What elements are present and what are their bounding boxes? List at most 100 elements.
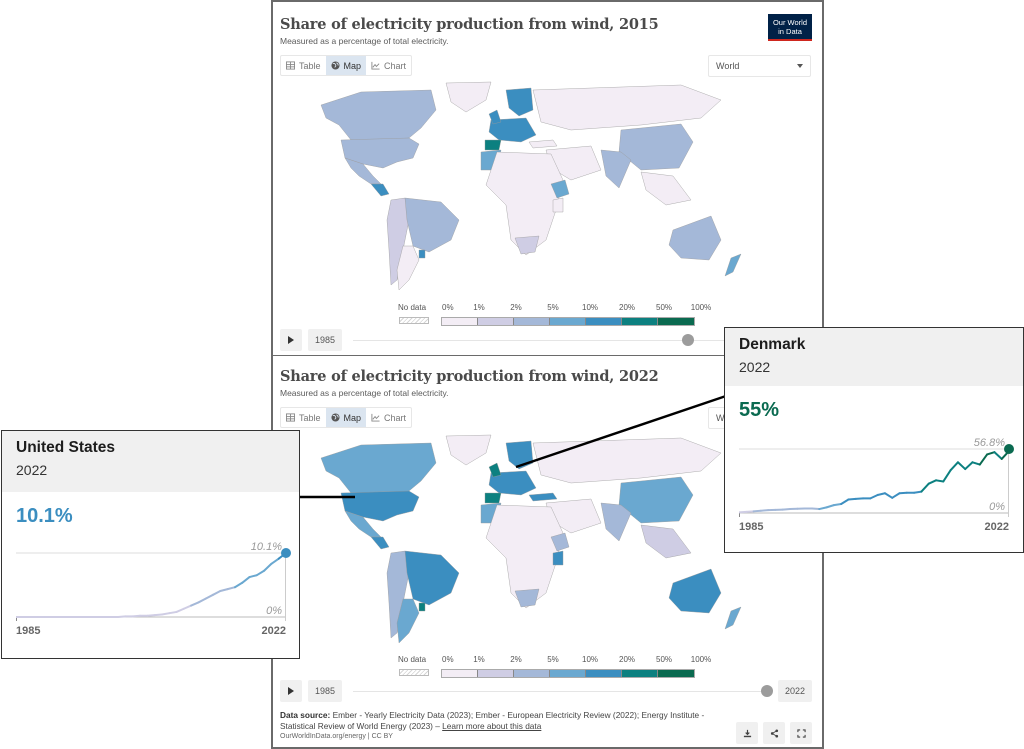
legend-bin[interactable] <box>514 318 550 325</box>
timeline-handle[interactable] <box>682 334 694 346</box>
play-icon <box>288 687 294 695</box>
sparkline-max-label: 10.1% <box>251 541 282 553</box>
legend-bin[interactable] <box>658 670 694 677</box>
legend-bin[interactable] <box>622 670 658 677</box>
legend-nodata-label: No data <box>398 303 427 312</box>
credit-line[interactable]: OurWorldInData.org/energy | CC BY <box>280 733 393 740</box>
sparkline-segment <box>876 492 886 496</box>
timeline-end-year[interactable]: 2022 <box>777 680 812 702</box>
timeline-handle[interactable] <box>761 685 773 697</box>
legend-bin[interactable] <box>478 318 514 325</box>
region-select[interactable]: World <box>708 55 811 77</box>
map-region-turkey[interactable] <box>528 492 558 502</box>
map-region-iberia[interactable] <box>484 139 502 151</box>
play-button[interactable] <box>280 329 302 351</box>
sparkline-segment <box>818 506 828 511</box>
map-region-south-africa[interactable] <box>514 588 540 608</box>
map-region-brazil[interactable] <box>404 197 460 253</box>
tab-table[interactable]: Table <box>281 56 326 75</box>
view-tabs: Table Map Chart <box>280 407 413 428</box>
map-region-kenya[interactable] <box>552 550 564 566</box>
map-region-scandinavia[interactable] <box>505 87 534 117</box>
map-region-china[interactable] <box>618 476 694 524</box>
map-region-new-zealand[interactable] <box>724 606 742 630</box>
map-region-new-zealand[interactable] <box>724 253 742 277</box>
legend-bin[interactable] <box>550 670 586 677</box>
legend-bin[interactable] <box>658 318 694 325</box>
map-region-uruguay[interactable] <box>418 249 426 259</box>
sparkline-min-label: 0% <box>266 605 282 617</box>
view-tabs: Table Map Chart <box>280 55 413 76</box>
sparkline-segment <box>993 451 1003 460</box>
share-button[interactable] <box>763 722 785 744</box>
map-region-southeast-asia[interactable] <box>640 171 692 206</box>
map-region-iberia[interactable] <box>484 492 502 504</box>
legend-tick-label: 0% <box>442 303 454 312</box>
sparkline-x-end: 2022 <box>262 625 286 637</box>
map-region-north-america[interactable] <box>320 442 437 496</box>
timeline-track[interactable] <box>353 691 766 692</box>
tab-chart[interactable]: Chart <box>366 408 411 427</box>
map-region-australia[interactable] <box>668 568 722 614</box>
map-region-south-africa[interactable] <box>514 235 540 255</box>
legend-bin[interactable] <box>622 318 658 325</box>
sparkline-segment <box>942 469 952 483</box>
map-region-russia[interactable] <box>532 84 722 131</box>
map-legend: No data 0% 1% 2% 5% 10% 20% 50% 100% <box>398 303 711 331</box>
map-region-scandinavia[interactable] <box>505 440 534 470</box>
legend-bin[interactable] <box>442 318 478 325</box>
tab-table[interactable]: Table <box>281 408 326 427</box>
sparkline-segment <box>146 614 156 617</box>
map-region-australia[interactable] <box>668 215 722 261</box>
owid-logo[interactable]: Our World in Data <box>768 14 812 41</box>
map-region-north-america[interactable] <box>320 89 437 143</box>
sparkline-segment <box>175 607 185 613</box>
sparkline-segment <box>891 492 901 499</box>
tab-map[interactable]: Map <box>325 56 367 75</box>
tab-label: Chart <box>384 412 407 423</box>
sparkline-segment <box>241 576 251 584</box>
sparkline-segment <box>971 461 981 466</box>
sparkline-segment <box>949 461 959 472</box>
timeline-start-year[interactable]: 1985 <box>308 329 343 351</box>
download-button[interactable] <box>736 722 758 744</box>
legend-bin[interactable] <box>586 318 622 325</box>
legend-tick-label: 1% <box>473 655 485 664</box>
legend-nodata-swatch <box>399 317 429 324</box>
map-region-uruguay[interactable] <box>418 602 426 612</box>
legend-bin[interactable] <box>586 670 622 677</box>
learn-more-link[interactable]: Learn more about this data <box>442 721 541 731</box>
play-button[interactable] <box>280 680 302 702</box>
legend-bin[interactable] <box>442 670 478 677</box>
timeline-start-year[interactable]: 1985 <box>308 680 343 702</box>
table-icon <box>286 61 295 70</box>
legend-bin[interactable] <box>514 670 550 677</box>
sparkline-segment <box>759 509 770 512</box>
legend-bin[interactable] <box>550 318 586 325</box>
sparkline-segment <box>854 497 865 500</box>
map-region-central-america[interactable] <box>370 536 390 550</box>
sparkline-endpoint <box>1004 444 1014 454</box>
map-region-kenya[interactable] <box>552 197 564 213</box>
map-region-central-america[interactable] <box>370 183 390 197</box>
sparkline-segment <box>263 562 273 572</box>
map-region-russia[interactable] <box>532 437 722 484</box>
tab-chart[interactable]: Chart <box>366 56 411 75</box>
world-map[interactable] <box>301 80 771 300</box>
map-region-turkey[interactable] <box>528 139 558 149</box>
map-region-southeast-asia[interactable] <box>640 524 692 559</box>
sparkline-x-end: 2022 <box>985 521 1009 533</box>
tooltip-united-states: United States 2022 10.1% 10.1% 0% 1985 2022 <box>1 430 300 659</box>
sparkline-segment <box>935 479 945 483</box>
tab-map[interactable]: Map <box>325 408 367 427</box>
fullscreen-button[interactable] <box>790 722 812 744</box>
legend-bin[interactable] <box>478 670 514 677</box>
map-region-greenland[interactable] <box>445 81 492 113</box>
chart-subtitle: Measured as a percentage of total electr… <box>280 36 449 46</box>
legend-tick-label: 50% <box>655 655 673 664</box>
map-region-greenland[interactable] <box>445 434 492 466</box>
map-region-china[interactable] <box>618 123 694 171</box>
map-region-brazil[interactable] <box>404 550 460 606</box>
share-icon <box>770 728 778 738</box>
world-map[interactable] <box>301 432 771 654</box>
